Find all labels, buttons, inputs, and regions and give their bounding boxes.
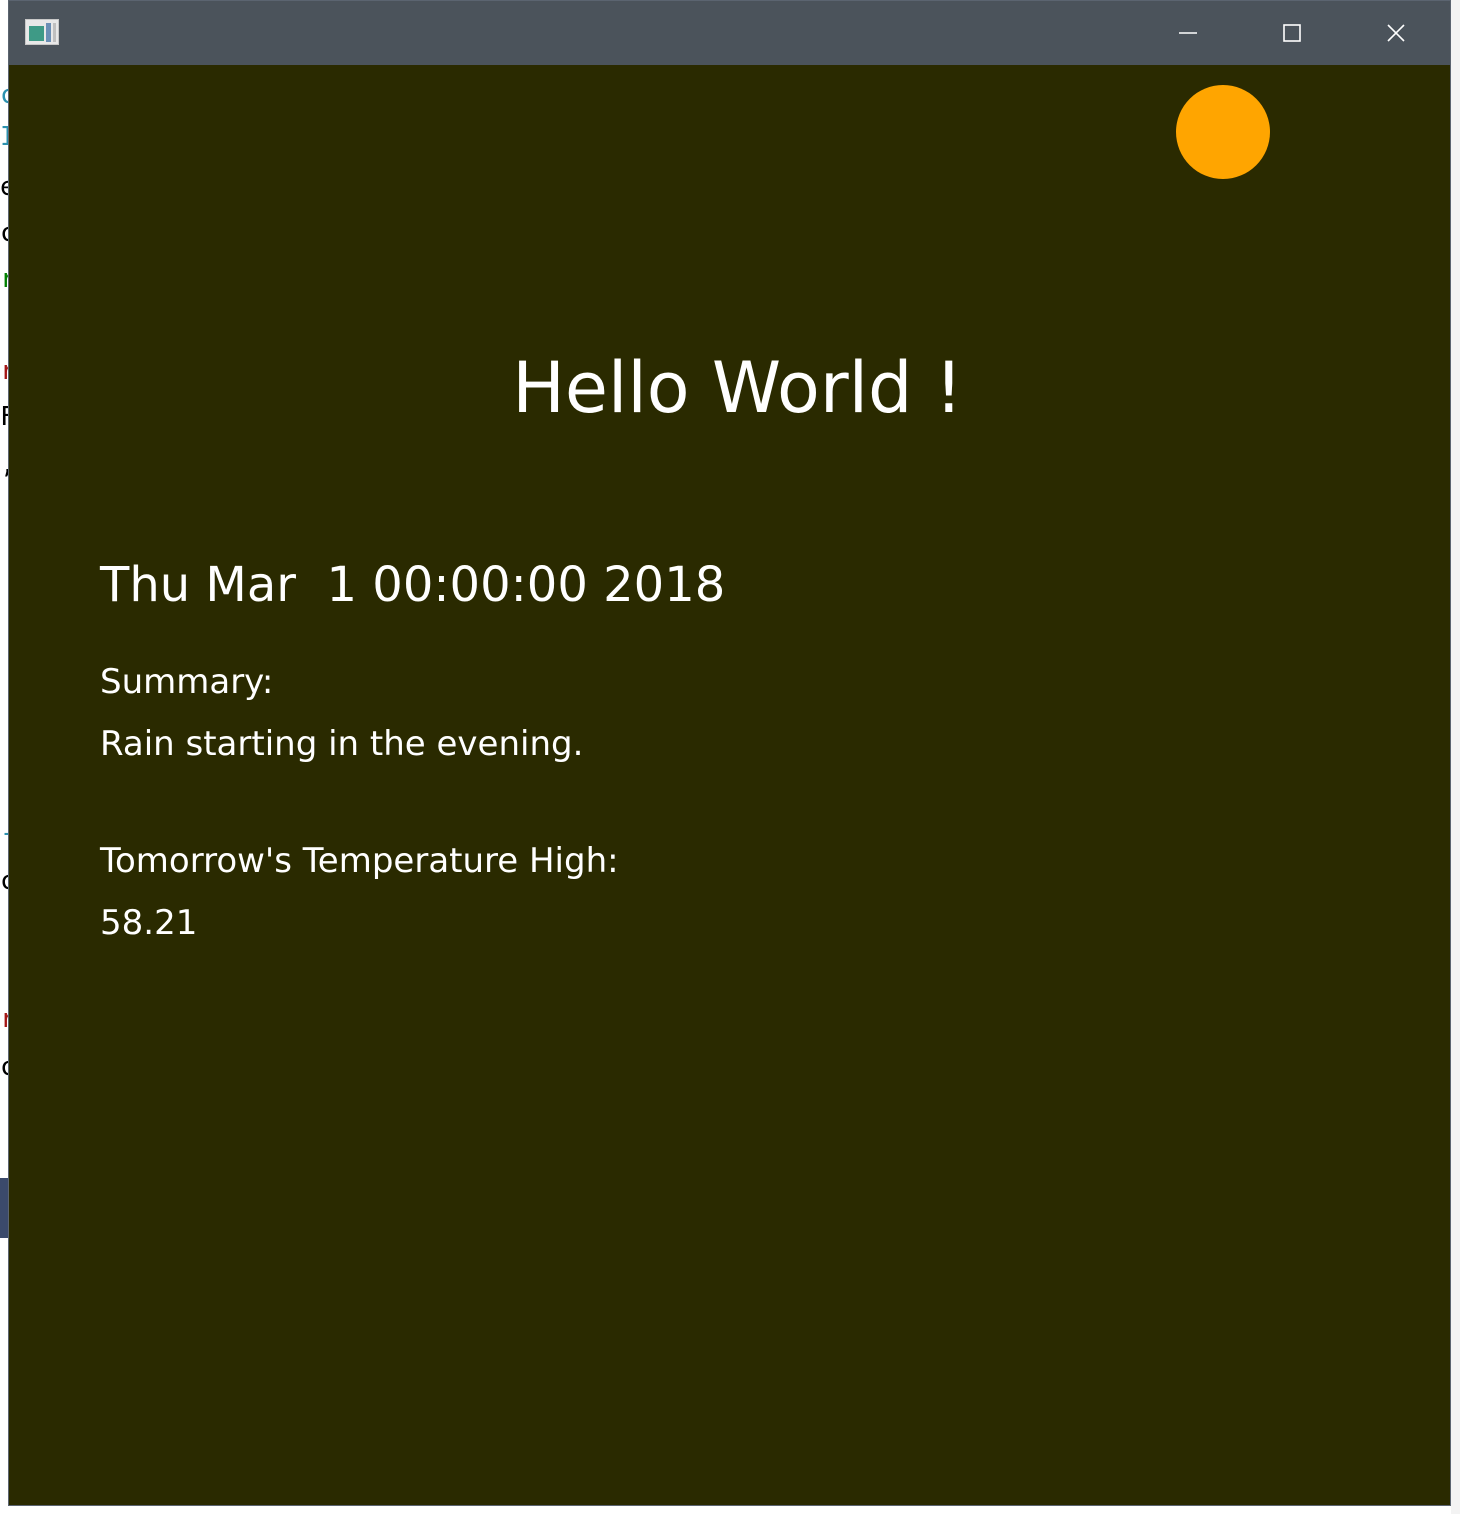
summary-text: Rain starting in the evening. — [100, 724, 584, 764]
temperature-value: 58.21 — [100, 903, 198, 943]
summary-label: Summary: — [100, 662, 274, 702]
minimize-button[interactable] — [1136, 1, 1240, 65]
sun-icon — [1176, 85, 1270, 179]
close-icon — [1387, 24, 1405, 42]
background-scrollbar — [1451, 0, 1460, 1514]
app-icon[interactable] — [25, 19, 59, 45]
title-bar[interactable] — [9, 1, 1450, 65]
weather-content: Hello World ! Thu Mar 1 00:00:00 2018 Su… — [9, 65, 1450, 1505]
maximize-icon — [1283, 24, 1301, 42]
minimize-icon — [1179, 32, 1197, 34]
temperature-label: Tomorrow's Temperature High: — [100, 841, 619, 881]
app-window: Hello World ! Thu Mar 1 00:00:00 2018 Su… — [8, 0, 1451, 1506]
forecast-date: Thu Mar 1 00:00:00 2018 — [100, 557, 726, 613]
maximize-button[interactable] — [1240, 1, 1344, 65]
page-title: Hello World ! — [512, 347, 963, 429]
close-button[interactable] — [1344, 1, 1448, 65]
